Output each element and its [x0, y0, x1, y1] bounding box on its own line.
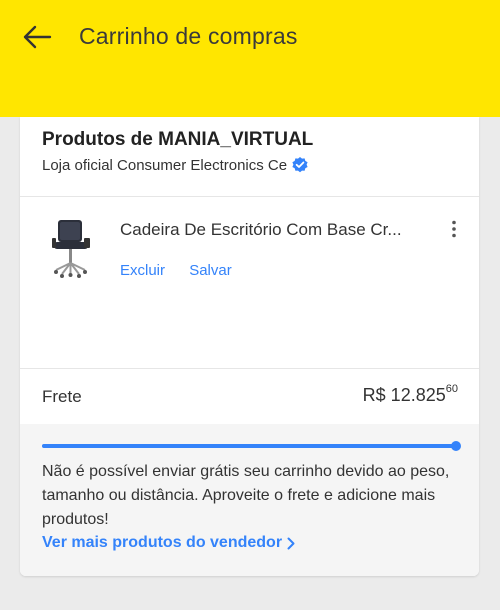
shipping-message: Não é possível enviar grátis seu carrinh… — [42, 463, 450, 528]
seller-products-link[interactable]: Ver mais produtos do vendedor — [42, 534, 295, 552]
product-item: Cadeira De Escritório Com Base Cr... Exc… — [20, 196, 479, 369]
shipping-progress-dot — [451, 441, 461, 451]
arrow-left-icon — [23, 25, 52, 49]
shipping-price-main: R$ 12.825 — [362, 385, 446, 405]
seller-subtitle: Loja oficial Consumer Electronics Ce — [42, 156, 309, 174]
back-button[interactable] — [20, 20, 54, 54]
seller-section: Produtos de MANIA_VIRTUAL Loja oficial C… — [20, 117, 479, 197]
chevron-right-icon — [287, 537, 295, 549]
verified-badge-icon — [291, 156, 309, 174]
shipping-price-cents: 60 — [445, 383, 458, 395]
remove-button[interactable]: Excluir — [120, 262, 165, 279]
seller-title: Produtos de MANIA_VIRTUAL — [42, 129, 314, 150]
page-title: Carrinho de compras — [79, 23, 298, 49]
cart-card: Produtos de MANIA_VIRTUAL Loja oficial C… — [20, 117, 479, 576]
seller-products-link-label: Ver mais produtos do vendedor — [42, 534, 283, 551]
more-vertical-icon[interactable] — [444, 218, 464, 240]
app-header: Carrinho de compras — [0, 0, 500, 117]
save-button[interactable]: Salvar — [189, 262, 232, 279]
shipping-row: Frete R$ 12.82560 — [20, 368, 479, 424]
shipping-info: Não é possível enviar grátis seu carrinh… — [20, 424, 479, 576]
seller-store-label: Loja oficial Consumer Electronics Ce — [42, 156, 288, 174]
shipping-progress-fill — [42, 444, 456, 448]
product-name[interactable]: Cadeira De Escritório Com Base Cr... — [120, 220, 420, 240]
shipping-progress-bar — [42, 441, 461, 451]
shipping-label: Frete — [42, 387, 82, 406]
shipping-price: R$ 12.82560 — [362, 383, 458, 406]
office-chair-icon[interactable] — [50, 218, 92, 280]
product-actions: Excluir Salvar — [120, 262, 252, 279]
